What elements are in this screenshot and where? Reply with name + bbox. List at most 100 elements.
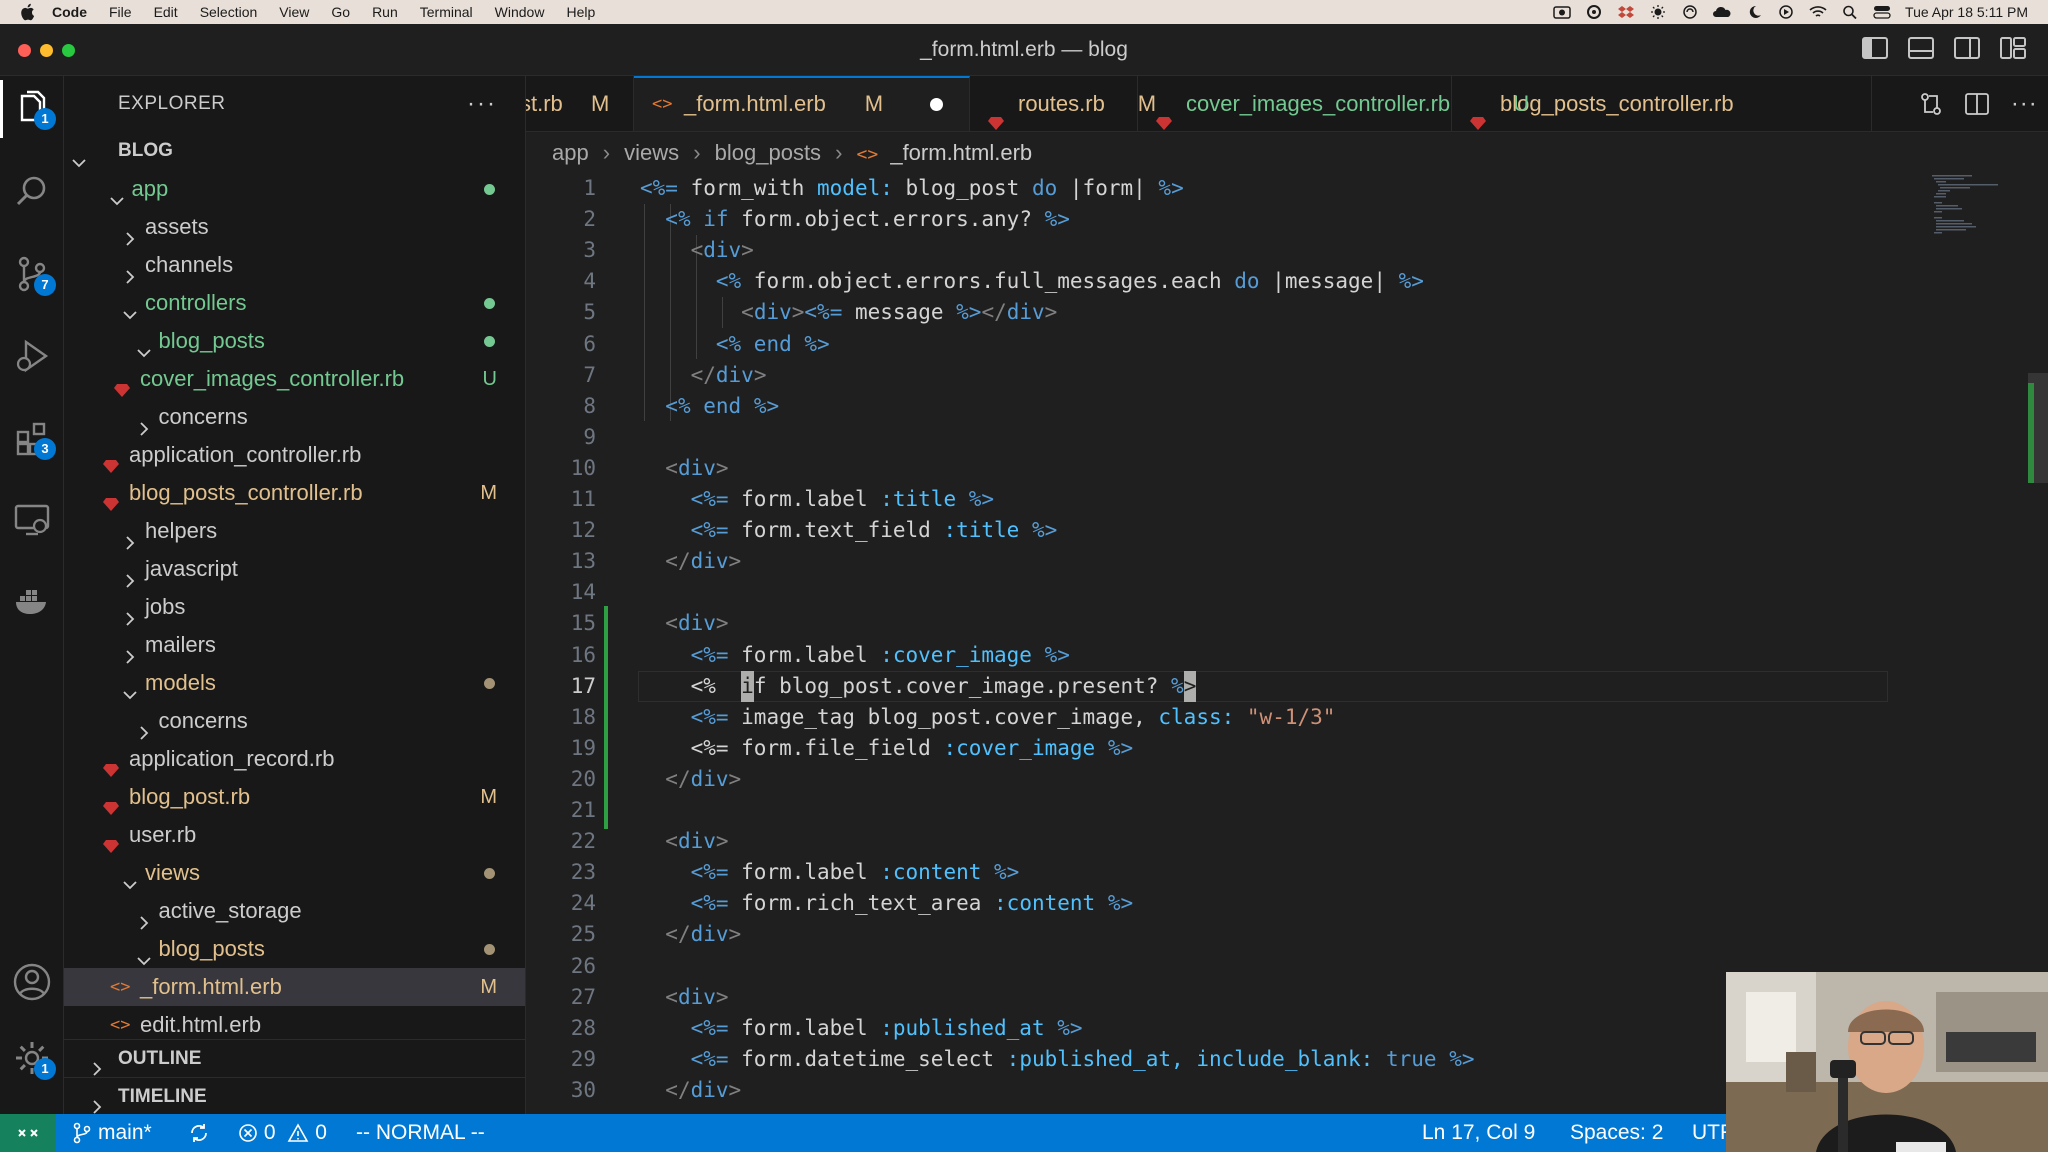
tree-item[interactable]: application_controller.rb	[64, 436, 525, 474]
tree-item[interactable]: BLOG	[64, 132, 525, 170]
menu-app-name[interactable]: Code	[52, 4, 87, 20]
code-line[interactable]: 21	[526, 795, 2006, 826]
menu-run[interactable]: Run	[372, 4, 398, 20]
code-line[interactable]: 12 <%= form.text_field :title %>	[526, 515, 2006, 546]
tree-item[interactable]: concerns	[64, 702, 525, 740]
menu-help[interactable]: Help	[566, 4, 595, 20]
code-line[interactable]: 7 </div>	[526, 360, 2006, 391]
menu-window[interactable]: Window	[495, 4, 545, 20]
breadcrumb-app[interactable]: app	[552, 140, 589, 165]
problems-status[interactable]: 0 0	[238, 1114, 327, 1152]
sync-icon[interactable]	[1681, 5, 1699, 19]
open-changes-icon[interactable]	[1918, 91, 1944, 117]
indentation-status[interactable]: Spaces: 2	[1570, 1114, 1663, 1152]
code-line[interactable]: 13 </div>	[526, 546, 2006, 577]
toggle-panel-icon[interactable]	[1908, 36, 1934, 60]
tree-item[interactable]: application_record.rb	[64, 740, 525, 778]
control-center-icon[interactable]	[1873, 5, 1891, 19]
editor-tab[interactable]: cover_images_controller.rb U	[1138, 76, 1529, 131]
split-editor-icon[interactable]	[1964, 91, 1990, 117]
tree-item[interactable]: blog_post.rb M	[64, 778, 525, 816]
explorer-activity[interactable]: 1	[12, 88, 56, 130]
menu-view[interactable]: View	[279, 4, 309, 20]
tree-item[interactable]: controllers	[64, 284, 525, 322]
brightness-icon[interactable]	[1649, 5, 1667, 19]
breadcrumb-views[interactable]: views	[624, 140, 679, 165]
cloud-app-icon[interactable]	[1585, 5, 1603, 19]
code-line[interactable]: 24 <%= form.rich_text_area :content %>	[526, 888, 2006, 919]
apple-logo-icon[interactable]	[18, 3, 36, 21]
tree-item[interactable]: channels	[64, 246, 525, 284]
outline-section[interactable]: OUTLINE	[64, 1039, 526, 1077]
customize-layout-icon[interactable]	[2000, 36, 2026, 60]
code-line[interactable]: 11 <%= form.label :title %>	[526, 484, 2006, 515]
tree-item[interactable]: <> _form.html.erb M	[64, 968, 525, 1006]
code-line[interactable]: 25 </div>	[526, 919, 2006, 950]
code-line[interactable]: 15 <div>	[526, 608, 2006, 639]
creative-cloud-icon[interactable]	[1713, 5, 1731, 19]
tree-item[interactable]: app	[64, 170, 525, 208]
code-line[interactable]: 14	[526, 577, 2006, 608]
spotlight-search-icon[interactable]	[1841, 5, 1859, 19]
tree-item[interactable]: user.rb	[64, 816, 525, 854]
code-line[interactable]: 10 <div>	[526, 453, 2006, 484]
code-line[interactable]: 23 <%= form.label :content %>	[526, 857, 2006, 888]
explorer-more-actions-button[interactable]: ···	[467, 90, 497, 118]
remote-indicator[interactable]	[0, 1114, 56, 1152]
code-line[interactable]: 2 <% if form.object.errors.any? %>	[526, 204, 2006, 235]
sync-button[interactable]	[188, 1114, 210, 1152]
accounts-activity[interactable]	[12, 962, 52, 1002]
menu-go[interactable]: Go	[331, 4, 350, 20]
remote-explorer-activity[interactable]	[12, 500, 52, 540]
source-control-activity[interactable]: 7	[12, 254, 56, 296]
search-activity[interactable]	[12, 172, 52, 212]
docker-activity[interactable]	[12, 582, 52, 622]
code-line[interactable]: 22 <div>	[526, 826, 2006, 857]
tree-item[interactable]: assets	[64, 208, 525, 246]
now-playing-icon[interactable]	[1777, 5, 1795, 19]
code-line[interactable]: 9	[526, 422, 2006, 453]
toggle-secondary-sidebar-icon[interactable]	[1954, 36, 1980, 60]
timeline-section[interactable]: TIMELINE	[64, 1077, 526, 1115]
code-line[interactable]: 16 <%= form.label :cover_image %>	[526, 640, 2006, 671]
more-actions-icon[interactable]: ···	[2011, 90, 2038, 118]
tree-item[interactable]: views	[64, 854, 525, 892]
git-branch-status[interactable]: main*	[72, 1114, 152, 1152]
breadcrumb-file[interactable]: _form.html.erb	[890, 140, 1032, 165]
tree-item[interactable]: helpers	[64, 512, 525, 550]
tree-item[interactable]: models	[64, 664, 525, 702]
extensions-activity[interactable]: 3	[12, 418, 56, 460]
run-debug-activity[interactable]	[12, 336, 52, 376]
tree-item[interactable]: cover_images_controller.rb U	[64, 360, 525, 398]
code-line[interactable]: 6 <% end %>	[526, 329, 2006, 360]
editor-tab[interactable]: <> _form.html.erb M	[634, 76, 970, 131]
breadcrumb-blog-posts[interactable]: blog_posts	[715, 140, 821, 165]
menu-edit[interactable]: Edit	[154, 4, 178, 20]
tree-item[interactable]: blog_posts	[64, 930, 525, 968]
tree-item[interactable]: javascript	[64, 550, 525, 588]
code-line[interactable]: 18 <%= image_tag blog_post.cover_image, …	[526, 702, 2006, 733]
tree-item[interactable]: mailers	[64, 626, 525, 664]
focus-moon-icon[interactable]	[1745, 5, 1763, 19]
code-line[interactable]: 1 <%= form_with model: blog_post do |form…	[526, 173, 2006, 204]
tree-item[interactable]: blog_posts_controller.rb M	[64, 474, 525, 512]
code-line[interactable]: 20 </div>	[526, 764, 2006, 795]
code-line[interactable]: 5 <div><%= message %></div>	[526, 297, 2006, 328]
manage-activity[interactable]: 1	[12, 1038, 56, 1080]
code-line[interactable]: 8 <% end %>	[526, 391, 2006, 422]
tree-item[interactable]: jobs	[64, 588, 525, 626]
editor-tab[interactable]: routes.rb M	[970, 76, 1156, 131]
code-line[interactable]: 17 <% if blog_post.cover_image.present? …	[526, 670, 2006, 702]
code-line[interactable]: 19 <%= form.file_field :cover_image %>	[526, 733, 2006, 764]
menu-file[interactable]: File	[109, 4, 132, 20]
cursor-position-status[interactable]: Ln 17, Col 9	[1422, 1114, 1535, 1152]
tree-item[interactable]: active_storage	[64, 892, 525, 930]
dropbox-icon[interactable]	[1617, 5, 1635, 19]
code-line[interactable]: 3 <div>	[526, 235, 2006, 266]
tree-item[interactable]: concerns	[64, 398, 525, 436]
unsaved-dot-icon[interactable]	[930, 98, 943, 111]
code-line[interactable]: 4 <% form.object.errors.full_messages.ea…	[526, 266, 2006, 297]
menu-terminal[interactable]: Terminal	[420, 4, 473, 20]
tree-item[interactable]: blog_posts	[64, 322, 525, 360]
wifi-icon[interactable]	[1809, 5, 1827, 19]
